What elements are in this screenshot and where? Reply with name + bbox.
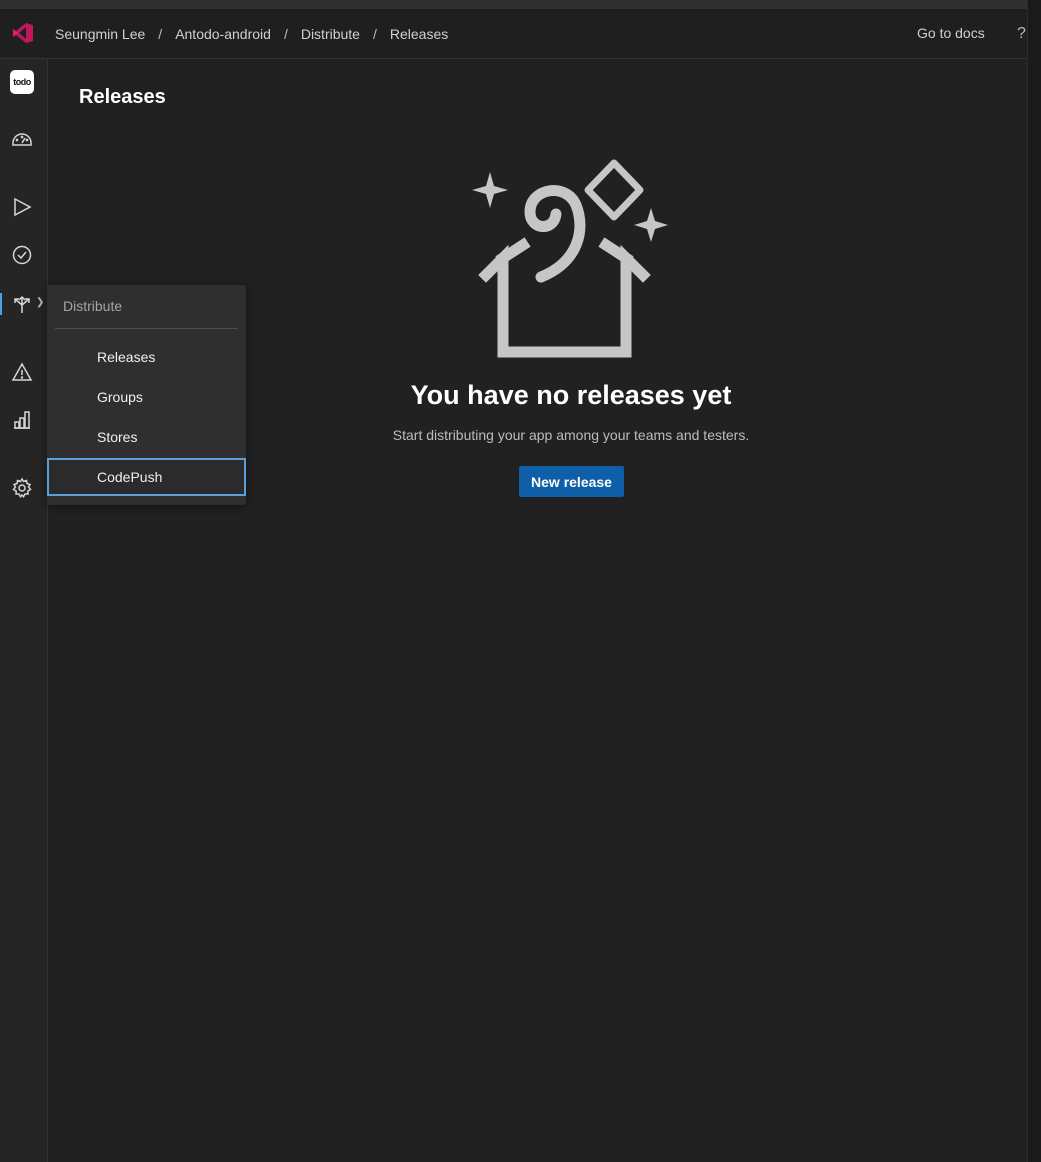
breadcrumb: Seungmin Lee / Antodo-android / Distribu… — [55, 9, 448, 58]
app-avatar[interactable]: todo — [10, 70, 34, 94]
flyout-heading: Distribute — [63, 298, 123, 314]
page-title: Releases — [79, 86, 166, 108]
breadcrumb-separator: / — [372, 25, 377, 42]
window-top-strip — [0, 0, 1041, 9]
breadcrumb-releases[interactable]: Releases — [390, 26, 448, 42]
check-circle-icon[interactable] — [10, 243, 34, 267]
breadcrumb-separator: / — [283, 25, 288, 42]
speedometer-icon[interactable] — [10, 127, 34, 151]
breadcrumb-user[interactable]: Seungmin Lee — [55, 26, 145, 42]
gift-box-sparkles-icon — [472, 159, 668, 358]
warning-icon[interactable] — [10, 360, 34, 384]
breadcrumb-separator: / — [158, 25, 163, 42]
flyout-item-stores[interactable]: Stores — [47, 418, 246, 456]
breadcrumb-distribute[interactable]: Distribute — [301, 26, 360, 42]
bar-chart-icon[interactable] — [10, 408, 34, 432]
play-icon[interactable] — [10, 195, 34, 219]
distribute-arrows-icon[interactable] — [10, 292, 34, 316]
empty-state-title: You have no releases yet — [410, 380, 732, 410]
breadcrumb-app[interactable]: Antodo-android — [175, 26, 271, 42]
empty-state-subtitle: Start distributing your app among your t… — [392, 427, 750, 443]
flyout-divider — [55, 328, 238, 329]
gear-icon[interactable] — [10, 476, 34, 500]
flyout-item-releases[interactable]: Releases — [47, 338, 246, 376]
sidebar: todo ❯ — [0, 59, 48, 1162]
flyout-item-codepush[interactable]: CodePush — [47, 458, 246, 496]
window-right-edge — [1027, 0, 1041, 1162]
distribute-flyout-menu: Distribute Releases Groups Stores CodePu… — [47, 285, 246, 505]
active-indicator — [0, 293, 2, 315]
new-release-button[interactable]: New release — [519, 466, 624, 497]
chevron-right-icon: ❯ — [36, 297, 45, 308]
app-center-logo-icon[interactable] — [10, 20, 36, 46]
flyout-item-groups[interactable]: Groups — [47, 378, 246, 416]
top-header: Seungmin Lee / Antodo-android / Distribu… — [0, 9, 1027, 59]
go-to-docs-link[interactable]: Go to docs — [917, 9, 985, 58]
help-button[interactable]: ? — [1017, 9, 1026, 58]
